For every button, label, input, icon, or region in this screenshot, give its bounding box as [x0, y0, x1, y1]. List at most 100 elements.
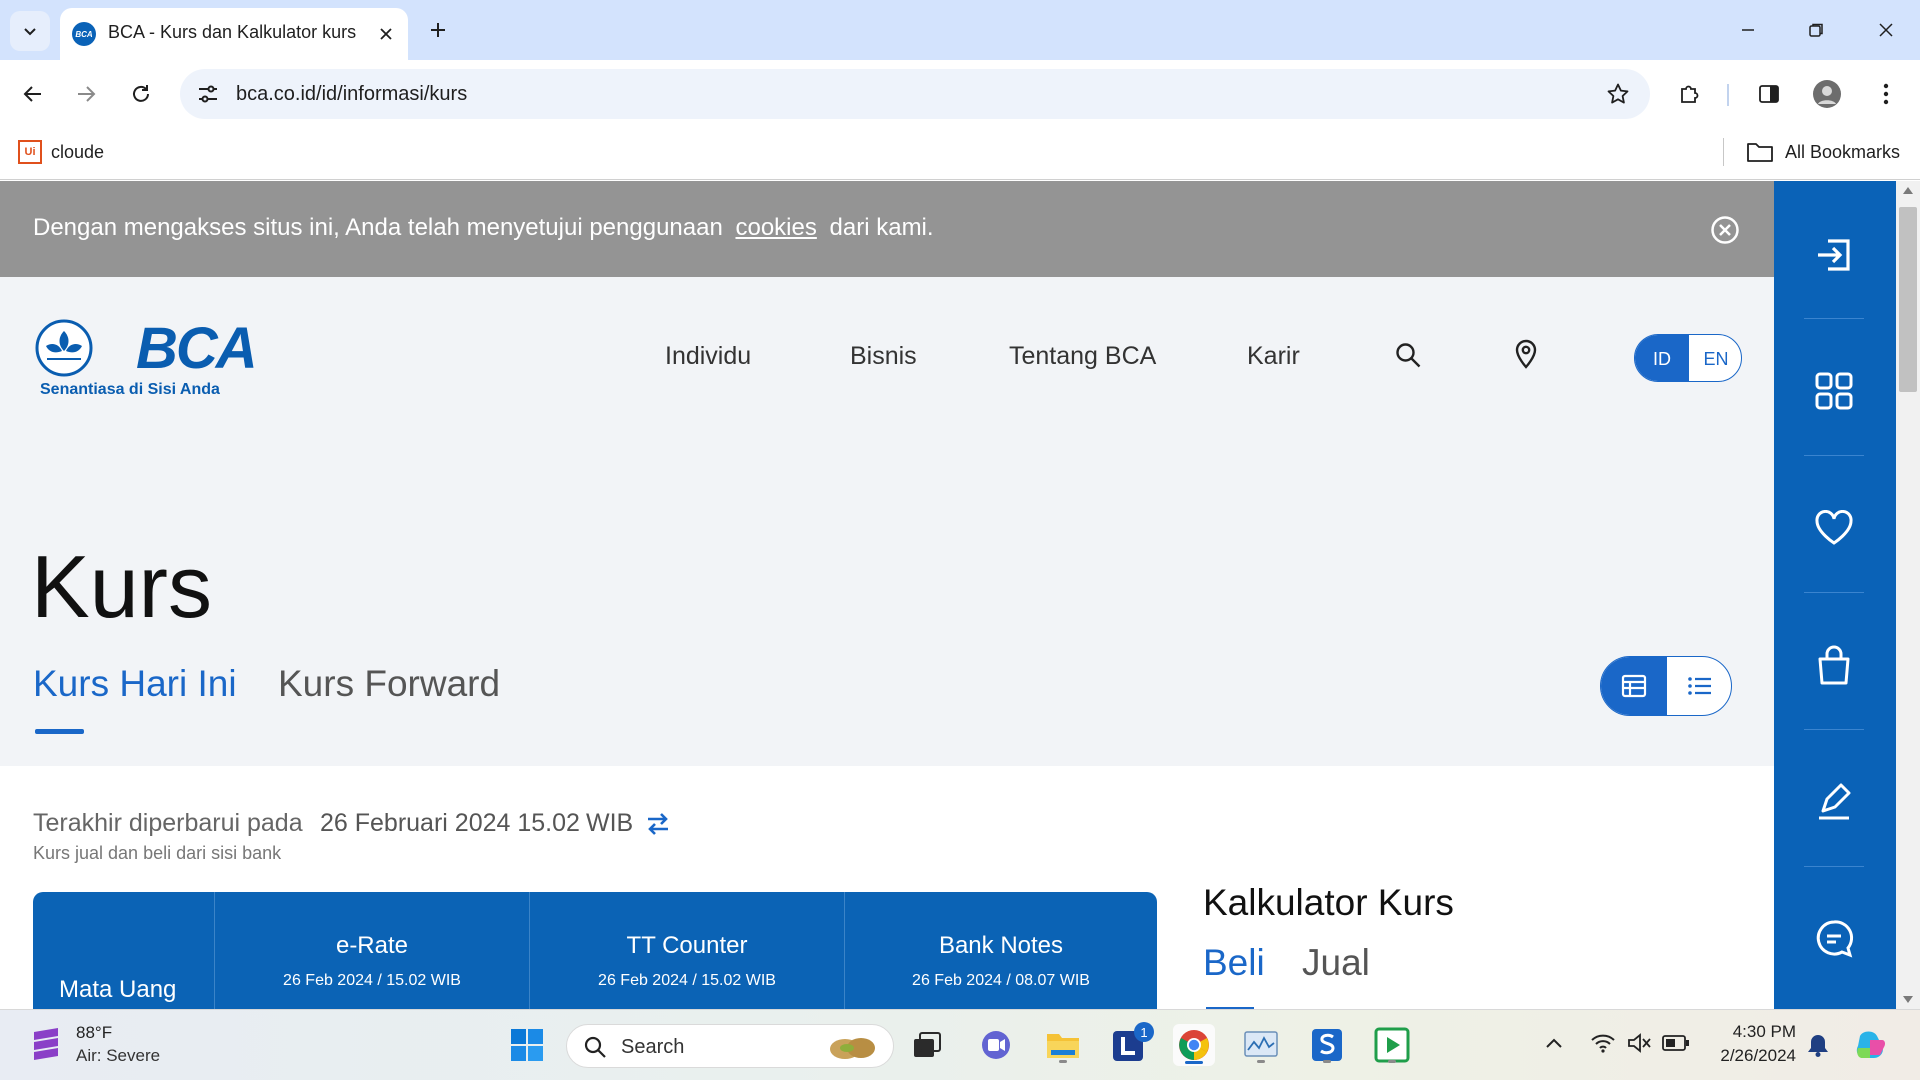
windows-logo-icon — [511, 1029, 543, 1061]
start-button[interactable] — [506, 1024, 548, 1066]
taskbar-app-s[interactable] — [1306, 1024, 1348, 1066]
scroll-thumb[interactable] — [1899, 207, 1917, 392]
copilot-icon[interactable] — [1854, 1028, 1888, 1062]
chevron-up-icon[interactable] — [1544, 1036, 1564, 1050]
calculator-tab-beli[interactable]: Beli — [1203, 942, 1265, 984]
star-icon — [1607, 83, 1629, 104]
cookie-text-after: dari kami. — [829, 214, 934, 241]
scroll-up-arrow[interactable] — [1903, 187, 1913, 194]
tab-kurs-forward[interactable]: Kurs Forward — [278, 663, 500, 705]
taskbar-chrome[interactable] — [1173, 1024, 1215, 1066]
sidebar-divider — [1804, 866, 1864, 867]
new-tab-button[interactable] — [422, 14, 454, 46]
battery-icon[interactable] — [1662, 1034, 1690, 1052]
login-icon — [1818, 239, 1850, 271]
taskbar-task-view[interactable] — [906, 1024, 948, 1066]
nav-individu[interactable]: Individu — [665, 342, 751, 371]
scroll-down-arrow[interactable] — [1903, 996, 1913, 1003]
last-updated-label: Terakhir diperbarui pada — [33, 809, 303, 837]
close-circle-icon[interactable] — [1710, 215, 1740, 245]
minimize-window-button[interactable] — [1724, 10, 1772, 50]
clock-date[interactable]: 2/26/2024 — [1700, 1046, 1796, 1066]
taskbar-resource-monitor[interactable] — [1240, 1024, 1282, 1066]
lang-id-button[interactable]: ID — [1635, 335, 1689, 381]
sidebar-shopping[interactable] — [1804, 597, 1864, 733]
extensions-button[interactable] — [1672, 76, 1708, 112]
site-info-button[interactable] — [194, 81, 222, 107]
kebab-menu-icon — [1883, 83, 1889, 105]
bca-emblem-icon — [35, 319, 93, 377]
language-toggle: ID EN — [1634, 334, 1742, 382]
tab-close-button[interactable] — [372, 20, 400, 48]
air-quality-icon[interactable] — [30, 1026, 62, 1062]
folder-icon[interactable] — [1746, 140, 1774, 164]
swap-arrows-icon[interactable] — [644, 810, 672, 838]
taskbar-teams[interactable] — [975, 1024, 1017, 1066]
side-panel-button[interactable] — [1751, 76, 1787, 112]
taskbar-media-player[interactable] — [1371, 1024, 1413, 1066]
location-pin-icon[interactable] — [1512, 339, 1540, 369]
header-bank-notes: Bank Notes — [938, 932, 1064, 959]
speaker-muted-icon[interactable] — [1626, 1032, 1652, 1054]
taskbar-file-explorer[interactable] — [1042, 1024, 1084, 1066]
sidebar-divider — [1804, 592, 1864, 593]
puzzle-icon — [1681, 85, 1699, 103]
calculator-tab-jual[interactable]: Jual — [1302, 942, 1370, 984]
sidebar-products[interactable] — [1804, 323, 1864, 459]
taskbar-app-l[interactable]: 1 — [1108, 1022, 1154, 1066]
browser-menu-button[interactable] — [1868, 76, 1904, 112]
tab-search-dropdown-button[interactable] — [10, 11, 50, 51]
rates-note: Kurs jual dan beli dari sisi bank — [33, 843, 282, 863]
bell-icon[interactable] — [1806, 1032, 1830, 1058]
toolbar-divider — [1727, 84, 1729, 106]
search-icon[interactable] — [1394, 341, 1422, 369]
uipath-icon[interactable]: Ui — [18, 140, 42, 164]
wifi-icon[interactable] — [1590, 1032, 1616, 1054]
clock-time[interactable]: 4:30 PM — [1714, 1022, 1796, 1042]
nav-tentang-bca[interactable]: Tentang BCA — [1009, 342, 1156, 371]
reload-icon — [133, 85, 149, 102]
sidebar-favorites[interactable] — [1804, 460, 1864, 596]
list-view-button[interactable] — [1667, 657, 1731, 715]
running-indicator — [1059, 1060, 1067, 1063]
sidebar-login[interactable] — [1804, 187, 1864, 323]
chevron-down-icon — [24, 28, 36, 36]
lang-en-button[interactable]: EN — [1689, 335, 1741, 381]
sidebar-apply[interactable] — [1804, 734, 1864, 870]
sidebar-help[interactable] — [1804, 871, 1864, 1007]
close-window-button[interactable] — [1862, 10, 1910, 50]
notification-badge: 1 — [1134, 1022, 1154, 1042]
all-bookmarks-button[interactable]: All Bookmarks — [1785, 142, 1900, 163]
pencil-icon — [1819, 783, 1851, 820]
plus-icon — [431, 23, 445, 37]
back-button[interactable] — [15, 76, 51, 112]
running-indicator — [1388, 1060, 1396, 1063]
browser-tab-active[interactable]: BCA BCA - Kurs dan Kalkulator kurs — [60, 8, 408, 60]
side-panel-icon — [1759, 85, 1779, 103]
taskbar-search-placeholder: Search — [621, 1036, 685, 1058]
bookmark-cloude[interactable]: cloude — [51, 142, 104, 163]
browser-tab-strip: BCA BCA - Kurs dan Kalkulator kurs — [0, 0, 1920, 60]
reload-button[interactable] — [123, 76, 159, 112]
nav-bisnis[interactable]: Bisnis — [850, 342, 917, 371]
bca-tagline: Senantiasa di Sisi Anda — [40, 381, 220, 398]
profile-avatar-button[interactable] — [1809, 76, 1845, 112]
bca-logo-text: BCA — [136, 316, 258, 381]
bca-logo[interactable]: BCA Senantiasa di Sisi Anda — [33, 315, 258, 411]
grid-icon — [1815, 372, 1853, 410]
restore-window-button[interactable] — [1792, 10, 1840, 50]
address-bar[interactable]: bca.co.id/id/informasi/kurs — [180, 69, 1650, 119]
view-mode-toggle — [1600, 656, 1732, 716]
arrow-left-icon — [23, 86, 41, 102]
bookmark-star-button[interactable] — [1604, 81, 1632, 107]
nav-karir[interactable]: Karir — [1247, 342, 1300, 371]
cookies-link[interactable]: cookies — [735, 214, 816, 241]
page-scrollbar[interactable] — [1896, 181, 1920, 1009]
taskbar-search-box[interactable]: Search — [566, 1024, 894, 1068]
table-view-button[interactable] — [1601, 657, 1667, 715]
weather-temperature: 88°F — [76, 1023, 113, 1042]
heart-icon — [1815, 510, 1853, 545]
search-icon — [584, 1036, 606, 1058]
tab-kurs-hari-ini[interactable]: Kurs Hari Ini — [33, 663, 237, 705]
forward-button[interactable] — [68, 76, 104, 112]
